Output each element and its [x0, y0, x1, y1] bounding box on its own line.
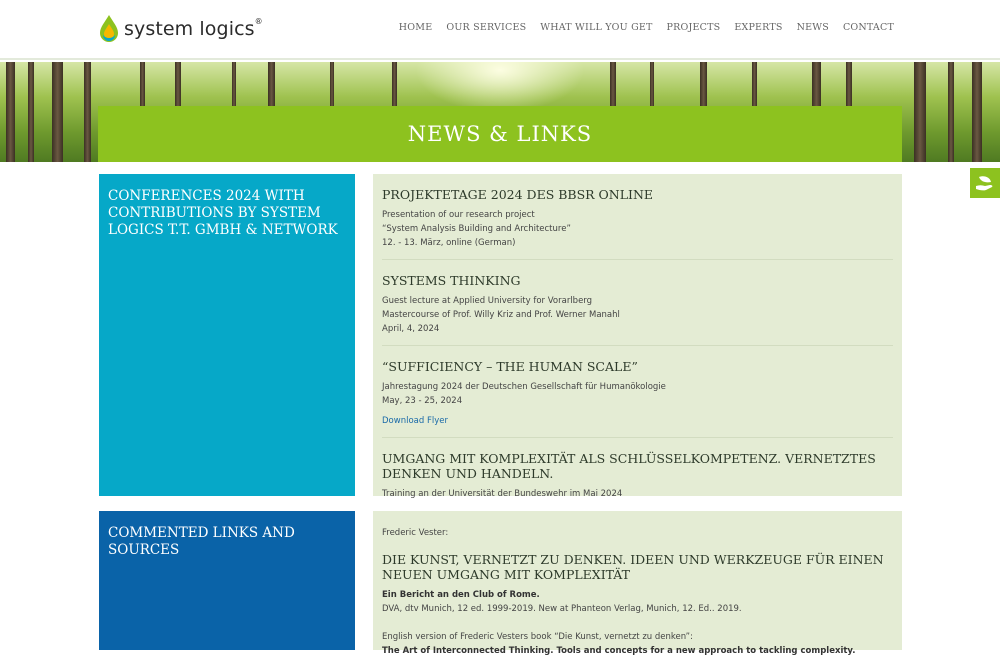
author-line: Frederic Vester: [382, 528, 449, 538]
nav-what-will-you-get[interactable]: WHAT WILL YOU GET [540, 22, 652, 33]
list-item: SYSTEMS THINKING Guest lecture at Applie… [382, 260, 893, 346]
conferences-heading-box: CONFERENCES 2024 WITH CONTRIBUTIONS BY S… [99, 174, 355, 496]
list-item: PROJEKTETAGE 2024 DES BBSR ONLINE Presen… [382, 174, 893, 260]
site-header: system logics® HOME OUR SERVICES WHAT WI… [0, 0, 1000, 60]
english-title: The Art of Interconnected Thinking. Tool… [382, 646, 856, 656]
english-intro: English version of Frederic Vesters book… [382, 632, 693, 642]
entry-title: SYSTEMS THINKING [382, 273, 521, 288]
links-content: Frederic Vester: DIE KUNST, VERNETZT ZU … [373, 511, 902, 656]
section-title: COMMENTED LINKS AND SOURCES [108, 525, 295, 558]
entry-line: Guest lecture at Applied University for … [382, 296, 593, 306]
download-flyer-link[interactable]: Download Flyer [382, 416, 448, 426]
entry-line: Training an der Universität der Bundeswe… [382, 489, 623, 499]
book-edition: DVA, dtv Munich, 12 ed. 1999-2019. New a… [382, 604, 742, 614]
section-title: CONFERENCES 2024 WITH CONTRIBUTIONS BY S… [108, 188, 338, 238]
entry-title: PROJEKTETAGE 2024 DES BBSR ONLINE [382, 187, 654, 202]
entry-line: April, 4, 2024 [382, 324, 440, 334]
entry-line: Jahrestagung 2024 der Deutschen Gesellsc… [382, 382, 666, 392]
nav-news[interactable]: NEWS [797, 22, 829, 33]
hero-title-bar: NEWS & LINKS [98, 106, 902, 162]
main-nav: HOME OUR SERVICES WHAT WILL YOU GET PROJ… [385, 22, 894, 33]
leaf-hand-icon [976, 176, 993, 191]
entry-line: Mastercourse of Prof. Willy Kriz and Pro… [382, 310, 620, 320]
entry-title: UMGANG MIT KOMPLEXITÄT ALS SCHLÜSSELKOMP… [382, 451, 876, 481]
conferences-list: PROJEKTETAGE 2024 DES BBSR ONLINE Presen… [373, 174, 902, 499]
book-title: DIE KUNST, VERNETZT ZU DENKEN. IDEEN UND… [382, 552, 884, 582]
nav-our-services[interactable]: OUR SERVICES [446, 22, 526, 33]
nav-projects[interactable]: PROJECTS [667, 22, 721, 33]
hero-banner: NEWS & LINKS [0, 62, 1000, 162]
entry-line: 12. - 13. März, online (German) [382, 238, 516, 248]
logo-drop-icon [100, 15, 118, 42]
book-subtitle: Ein Bericht an den Club of Rome. [382, 590, 540, 600]
entry-line: May, 23 - 25, 2024 [382, 396, 463, 406]
entry-line: Presentation of our research project [382, 210, 535, 220]
side-contact-tab[interactable] [970, 168, 1000, 198]
list-item: UMGANG MIT KOMPLEXITÄT ALS SCHLÜSSELKOMP… [382, 438, 893, 510]
entry-line: “System Analysis Building and Architectu… [382, 224, 571, 234]
nav-contact[interactable]: CONTACT [843, 22, 894, 33]
nav-experts[interactable]: EXPERTS [734, 22, 782, 33]
logo[interactable]: system logics® [98, 14, 263, 44]
nav-home[interactable]: HOME [399, 22, 433, 33]
page-title: NEWS & LINKS [407, 122, 593, 146]
logo-text: system logics® [124, 17, 263, 40]
links-heading-box: COMMENTED LINKS AND SOURCES [99, 511, 355, 650]
list-item: “SUFFICIENCY – THE HUMAN SCALE” Jahresta… [382, 346, 893, 438]
entry-title: “SUFFICIENCY – THE HUMAN SCALE” [382, 359, 638, 374]
